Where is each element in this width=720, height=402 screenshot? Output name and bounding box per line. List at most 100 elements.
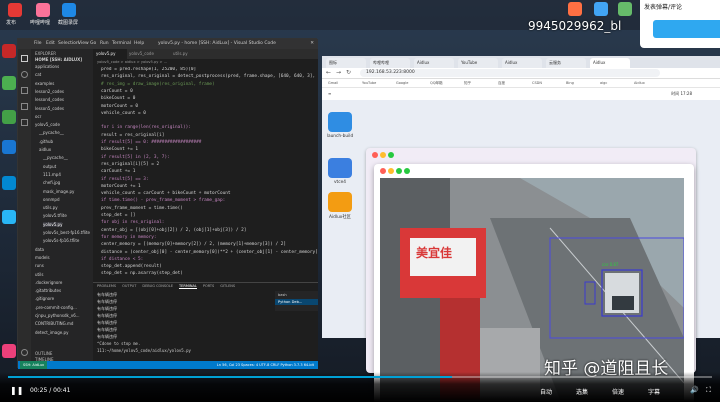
bookmark-item[interactable]: CSDN (532, 79, 542, 88)
file-tree-item[interactable]: onnmpd (43, 197, 60, 202)
file-tree-item[interactable]: yolov5_code (35, 122, 60, 127)
file-tree-item[interactable]: __pycache__ (39, 130, 64, 135)
launch-build-icon[interactable] (328, 112, 352, 132)
aidlux-community-icon[interactable] (328, 192, 352, 212)
extensions-icon[interactable] (21, 119, 28, 126)
bookmark-item[interactable]: Bing (566, 79, 574, 88)
menu-go[interactable]: Go (90, 39, 96, 49)
bookmark-item[interactable]: aigc (600, 79, 607, 88)
file-tree-item[interactable]: output (43, 164, 56, 169)
menu-file[interactable]: File (34, 39, 42, 49)
minimize-dot-icon[interactable] (380, 152, 386, 158)
file-tree-item[interactable]: detect_image.py (35, 330, 68, 335)
file-tree-item[interactable]: utils.py (43, 205, 58, 210)
cloud-drive-icon[interactable] (2, 140, 16, 154)
menu-view[interactable]: View (78, 39, 89, 49)
file-tree-item[interactable]: yolov5s_best-fp16.tflite (43, 230, 90, 235)
file-tree-item[interactable]: yolov5.py (43, 221, 63, 227)
reload-icon[interactable]: ↻ (346, 69, 351, 76)
url-field[interactable]: 192.168.53.223:8000 (360, 69, 660, 77)
remote-indicator[interactable]: SSH: AidLux (20, 361, 48, 369)
file-tree-item[interactable]: lesson5_codes (35, 106, 64, 111)
file-tree-item[interactable]: yolov5.tflite (43, 213, 67, 218)
vtce4-icon[interactable] (328, 158, 352, 178)
bookmark-item[interactable]: QQ邮箱 (430, 79, 443, 88)
file-tree-item[interactable]: yolov5s-fp16.tflite (43, 238, 79, 243)
forward-icon[interactable]: → (336, 69, 341, 76)
back-icon[interactable]: ← (326, 69, 331, 76)
tab-yolov5-code[interactable]: yolov5_code (129, 49, 154, 59)
tab-utils[interactable]: utils.py (173, 49, 188, 59)
chrome-icon[interactable] (2, 76, 16, 90)
maximize-dot-icon[interactable] (396, 168, 402, 174)
play-pause-icon[interactable]: ❚❚ (10, 386, 23, 395)
bookmark-item[interactable]: Google (396, 79, 408, 88)
terminal-output[interactable]: 有车辆违停 有车辆违停 有车辆违停 有车辆违停 有车辆违停 有车辆违停 有车辆违停 ^Cdon… (93, 292, 273, 360)
panel-tab[interactable]: OUTPUT (122, 284, 136, 288)
screenshot-icon[interactable] (62, 3, 76, 17)
file-tree-item[interactable]: ocr (35, 114, 41, 119)
search-icon[interactable] (21, 71, 28, 78)
maximize-dot-icon[interactable] (388, 152, 394, 158)
browser-tab[interactable]: YouTube (458, 58, 498, 68)
menu-selection[interactable]: Selection (58, 39, 79, 49)
desktop-app-icon[interactable] (594, 2, 608, 16)
close-icon[interactable]: ✕ (310, 39, 314, 49)
file-tree-item[interactable]: aidlux (39, 147, 51, 152)
file-tree-item[interactable]: CONTRIBUTING.md (35, 321, 73, 326)
bookmark-item[interactable]: 百度 (498, 79, 505, 88)
explorer-root[interactable]: HOME [SSH: AIDLUX] (35, 57, 82, 62)
files-icon[interactable] (21, 55, 28, 62)
tab-yolov5[interactable]: yolov5.py (93, 49, 127, 59)
account-icon[interactable] (21, 349, 28, 356)
file-tree-item[interactable]: utils (35, 272, 43, 277)
close-dot-icon[interactable] (372, 152, 378, 158)
file-tree-item[interactable]: data (35, 247, 44, 252)
bookmark-item[interactable]: YouTube (362, 79, 376, 88)
browser-tab[interactable]: Aidlux (502, 58, 542, 68)
file-tree-item[interactable]: examples (35, 81, 54, 86)
file-tree-item[interactable]: .github (39, 139, 53, 144)
panel-tab[interactable]: PROBLEMS (97, 284, 116, 288)
desktop-app-icon[interactable] (618, 2, 632, 16)
file-tree-item[interactable]: 111.mp4 (43, 172, 61, 177)
video-control-0[interactable]: 自动 (540, 387, 552, 396)
video-control-2[interactable]: 倍速 (612, 387, 624, 396)
browser-tab[interactable]: 云服务 (546, 58, 586, 68)
file-tree-item[interactable]: runs (35, 263, 44, 268)
bookmark-item[interactable]: 知乎 (464, 79, 471, 88)
menu-run[interactable]: Run (100, 39, 109, 49)
file-tree-item[interactable]: applications (35, 64, 59, 69)
browser-tab[interactable]: 图标 (326, 58, 366, 68)
browser-tab[interactable]: 哔哩哔哩 (370, 58, 410, 68)
bilibili-icon[interactable] (36, 3, 50, 17)
file-tree-item[interactable]: lesson2_codes (35, 89, 64, 94)
file-tree-item[interactable]: cat (35, 72, 41, 77)
bookmark-item[interactable]: Aidlux (634, 79, 645, 88)
panel-tab[interactable]: TERMINAL (179, 284, 197, 289)
browser-tab[interactable]: Aidlux (414, 58, 454, 68)
panel-tab[interactable]: GITLENS (220, 284, 235, 288)
panel-tab[interactable]: DEBUG CONSOLE (142, 284, 173, 288)
desktop-app-icon[interactable] (568, 2, 582, 16)
file-tree-item[interactable]: .dockerignore (35, 280, 62, 285)
run-debug-icon[interactable] (21, 103, 28, 110)
meitu-icon[interactable] (2, 344, 16, 358)
video-control-1[interactable]: 选集 (576, 387, 588, 396)
video-control-3[interactable]: 字幕 (648, 387, 660, 396)
volume-icon[interactable]: 🔊 (690, 386, 699, 394)
menu-edit[interactable]: Edit (46, 39, 55, 49)
source-control-icon[interactable] (21, 87, 28, 94)
code-editor[interactable]: yolov5.py yolov5_code utils.py yolov5_co… (93, 49, 318, 282)
browser-tab[interactable]: Aidlux (590, 58, 630, 68)
file-tree-item[interactable]: mask_image.py (43, 189, 74, 194)
close-dot-icon[interactable] (380, 168, 386, 174)
file-tree-item[interactable]: .pre-commit-config... (35, 305, 77, 310)
bookmark-item[interactable]: Gmail (328, 79, 338, 88)
minimize-dot-icon[interactable] (388, 168, 394, 174)
menu-terminal[interactable]: Terminal (112, 39, 131, 49)
app-icon[interactable] (8, 3, 22, 17)
file-tree-item[interactable]: chefi.jpg (43, 180, 60, 185)
file-tree-item[interactable]: .gitignore (35, 296, 54, 301)
wps-icon[interactable] (2, 44, 16, 58)
